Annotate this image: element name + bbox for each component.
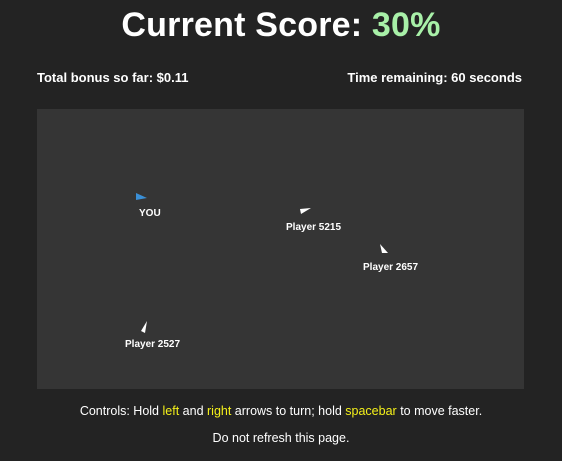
controls-prefix: Controls: Hold bbox=[79, 404, 163, 418]
key-left-label: left bbox=[162, 404, 180, 418]
player-label-you: YOU bbox=[139, 208, 161, 219]
controls-suffix: to move faster. bbox=[396, 404, 483, 418]
ship-arrow-icon bbox=[300, 208, 311, 214]
controls-and: and bbox=[179, 404, 207, 418]
time-remaining: Time remaining: 60 seconds bbox=[347, 70, 522, 85]
score-value: 30% bbox=[371, 6, 441, 44]
player-label-2527: Player 2527 bbox=[125, 339, 181, 350]
controls-instructions: Controls: Hold left and right arrows to … bbox=[0, 404, 562, 418]
key-right-label: right bbox=[207, 404, 232, 418]
player-label-5215: Player 5215 bbox=[286, 222, 342, 233]
ship-arrow-icon bbox=[136, 193, 147, 200]
player-ship-2527 bbox=[139, 320, 155, 336]
ship-arrow-icon bbox=[380, 244, 388, 253]
bonus-total: Total bonus so far: $0.11 bbox=[37, 70, 189, 85]
refresh-warning: Do not refresh this page. bbox=[212, 431, 350, 445]
player-ship-5215 bbox=[298, 205, 314, 221]
player-label-2657: Player 2657 bbox=[363, 262, 419, 273]
player-ship-you bbox=[134, 191, 150, 207]
game-arena[interactable]: YOU Player 5215 Player 2657 Player 2527 bbox=[37, 109, 524, 389]
key-spacebar-label: spacebar bbox=[345, 404, 397, 418]
ship-arrow-icon bbox=[141, 321, 147, 333]
score-label: Current Score: bbox=[121, 6, 372, 44]
current-score-heading: Current Score: 30% bbox=[0, 6, 562, 45]
controls-mid: arrows to turn; hold bbox=[231, 404, 346, 418]
player-ship-2657 bbox=[377, 243, 393, 259]
